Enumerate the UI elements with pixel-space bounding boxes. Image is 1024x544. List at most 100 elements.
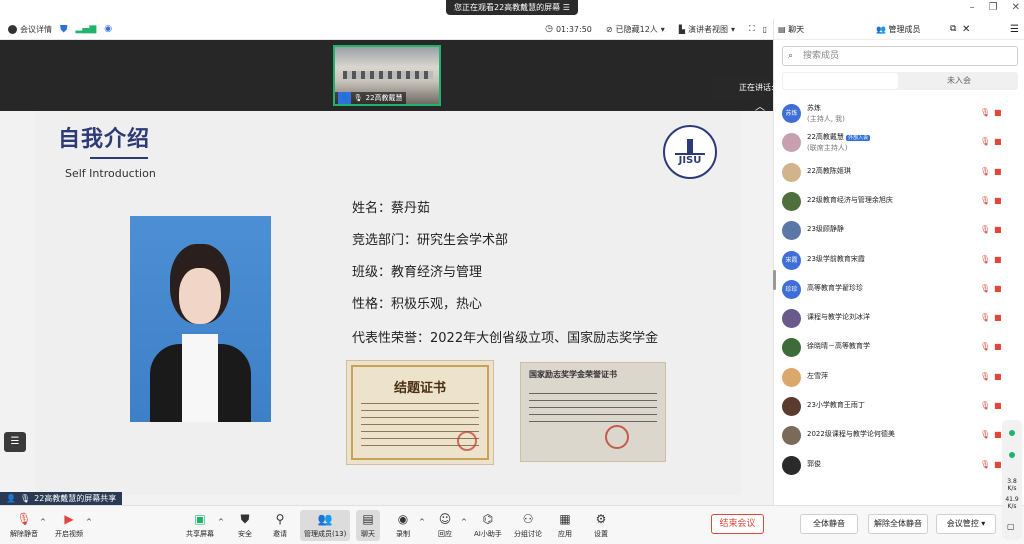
screenshot-icon[interactable]: ▢ — [1007, 522, 1015, 531]
camera-off-icon[interactable]: ■ — [994, 460, 1002, 469]
close-panel-icon[interactable]: ✕ — [962, 24, 970, 35]
camera-off-icon[interactable]: ■ — [994, 284, 1002, 293]
meeting-info-button[interactable]: 会议详情 — [8, 24, 52, 35]
invite-button[interactable]: ⚲ 邀请 — [272, 512, 288, 539]
member-row[interactable]: 22级教育经济与管理余旭庆 🎙 ■ — [774, 187, 1024, 216]
member-name-text: 徐晓晴－高等教育学 — [807, 342, 870, 351]
member-row[interactable]: 左雪萍 🎙 ■ — [774, 363, 1024, 392]
caret-up-icon[interactable]: ^ — [461, 518, 467, 526]
manage-members-button[interactable]: 👥 管理成员(13) — [300, 510, 351, 541]
mic-muted-icon[interactable]: 🎙 — [980, 313, 990, 322]
apps-button[interactable]: ▦ 应用 — [557, 512, 573, 539]
mic-muted-icon[interactable]: 🎙 — [980, 430, 990, 439]
mic-muted-icon[interactable]: 🎙 — [980, 108, 990, 117]
fullscreen-icon[interactable]: ⛶ — [749, 24, 755, 34]
camera-off-icon[interactable]: ■ — [994, 196, 1002, 205]
more-menu-icon[interactable]: ☰ — [1010, 24, 1019, 35]
member-row[interactable]: 郭俊 🎙 ■ — [774, 451, 1024, 480]
security-shield-icon[interactable]: ⛊ — [60, 24, 68, 35]
mute-all-button[interactable]: 全体静音 — [800, 514, 858, 534]
member-row[interactable]: 徐晓晴－高等教育学 🎙 ■ — [774, 333, 1024, 362]
camera-off-icon[interactable]: ■ — [994, 137, 1002, 146]
security-button[interactable]: ⛊ 安全 — [237, 512, 253, 539]
member-row[interactable]: 23小学教育王雨丁 🎙 ■ — [774, 392, 1024, 421]
unmute-all-button[interactable]: 解除全体静音 — [868, 514, 928, 534]
apps-label: 应用 — [558, 530, 572, 538]
upload-speed: 3.8 K/s — [1003, 478, 1021, 492]
speaker-video-thumbnail[interactable]: 👤 🎙 22高教戴慧 — [333, 45, 441, 106]
camera-off-icon[interactable]: ■ — [994, 167, 1002, 176]
member-row[interactable]: 课程与教学论刘冰洋 🎙 ■ — [774, 304, 1024, 333]
avatar — [782, 309, 801, 329]
camera-off-icon[interactable]: ■ — [994, 225, 1002, 234]
minimize-icon[interactable]: – — [970, 2, 975, 13]
mic-muted-icon[interactable]: 🎙 — [980, 460, 990, 469]
menu-icon[interactable]: ☰ — [563, 3, 570, 12]
mic-muted-icon[interactable]: 🎙 — [980, 167, 990, 176]
ai-assistant-button[interactable]: ⌬ AI小助手 — [474, 512, 502, 539]
mic-muted-icon[interactable]: 🎙 — [980, 137, 990, 146]
unmute-button[interactable]: 🎙 解除静音 — [10, 512, 38, 539]
tab-joined[interactable] — [783, 73, 898, 89]
member-row[interactable]: 2022级课程与教学论何德美 🎙 ■ — [774, 421, 1024, 450]
signal-icon[interactable]: ▂▄▆ — [76, 24, 97, 34]
member-row[interactable]: 宋霞 23级学前教育宋霞 🎙 ■ — [774, 246, 1024, 275]
caret-up-icon[interactable]: ^ — [419, 518, 425, 526]
network-status-widget[interactable]: 3.8 K/s 41.9 K/s ▢ — [1002, 420, 1022, 540]
avatar — [782, 426, 801, 446]
restore-icon[interactable]: ❐ — [989, 2, 998, 13]
view-mode-button[interactable]: ▙ 演讲者视图 ▾ — [679, 24, 735, 35]
chat-button[interactable]: ▤ 聊天 — [356, 510, 380, 541]
hidden-members-button[interactable]: ⊘ 已隐藏12人 ▾ — [606, 24, 665, 35]
chat-tab[interactable]: ▤ 聊天 — [778, 24, 804, 35]
list-toggle-icon[interactable]: ☰ — [4, 432, 26, 452]
mic-muted-icon[interactable]: 🎙 — [980, 225, 990, 234]
reaction-button[interactable]: ☺ 回应 — [437, 512, 453, 539]
sharing-badge[interactable]: 您正在观看22高教戴慧的屏幕 ☰ — [446, 0, 578, 15]
close-icon[interactable]: ✕ — [1012, 2, 1020, 13]
tab-not-joined[interactable]: 未入会 — [900, 72, 1018, 90]
network-icon[interactable]: ◉ — [104, 24, 112, 34]
camera-off-icon[interactable]: ■ — [994, 342, 1002, 351]
member-row[interactable]: 23级顾静静 🎙 ■ — [774, 216, 1024, 245]
mic-muted-icon[interactable]: 🎙 — [980, 284, 990, 293]
sidebar-toggle-icon[interactable]: ▯ — [763, 25, 767, 34]
panel-resize-handle[interactable] — [773, 270, 776, 290]
member-row[interactable]: 22高教陈姬琪 🎙 ■ — [774, 158, 1024, 187]
ai-label: AI小助手 — [474, 530, 502, 538]
member-search-input[interactable]: ⌕ 搜索成员 — [782, 46, 1018, 66]
camera-off-icon[interactable]: ■ — [994, 255, 1002, 264]
camera-off-icon[interactable]: ■ — [994, 108, 1002, 117]
start-video-button[interactable]: ▶ 开启视频 — [55, 512, 83, 539]
mic-muted-icon[interactable]: 🎙 — [980, 196, 990, 205]
manage-label: 管理成员(13) — [304, 530, 347, 538]
manage-members-tab[interactable]: 👥 管理成员 — [876, 24, 921, 35]
settings-button[interactable]: ⚙ 设置 — [593, 512, 609, 539]
popout-icon[interactable]: ⧉ — [950, 24, 956, 34]
camera-off-icon[interactable]: ■ — [994, 401, 1002, 410]
camera-off-icon[interactable]: ■ — [994, 430, 1002, 439]
caret-up-icon[interactable]: ^ — [218, 518, 224, 526]
end-meeting-button[interactable]: 结束会议 — [711, 514, 764, 534]
caret-up-icon[interactable]: ^ — [86, 518, 92, 526]
mic-muted-icon[interactable]: 🎙 — [980, 401, 990, 410]
avatar: 苏炼 — [782, 104, 801, 123]
meeting-control-button[interactable]: 会议管控 ▾ — [936, 514, 996, 534]
chat-label: 聊天 — [361, 530, 375, 538]
member-row[interactable]: 22高教戴慧 外部入会 (联席主持人) 🎙 ■ — [774, 128, 1024, 157]
share-screen-button[interactable]: ▣ 共享屏幕 — [186, 512, 214, 539]
caret-up-icon[interactable]: ^ — [40, 518, 46, 526]
mic-muted-icon[interactable]: 🎙 — [980, 342, 990, 351]
member-row[interactable]: 苏炼 苏炼 (主持人, 我) 🎙 ■ — [774, 99, 1024, 128]
mic-icon: 🎙 — [353, 94, 363, 102]
mic-muted-icon: 🎙 — [16, 512, 32, 526]
mic-muted-icon[interactable]: 🎙 — [980, 372, 990, 381]
camera-off-icon[interactable]: ■ — [994, 313, 1002, 322]
camera-off-icon[interactable]: ■ — [994, 372, 1002, 381]
reaction-label: 回应 — [438, 530, 452, 538]
mic-muted-icon[interactable]: 🎙 — [980, 255, 990, 264]
chat-icon: ▤ — [778, 24, 786, 34]
record-button[interactable]: ◉ 录制 — [395, 512, 411, 539]
breakout-button[interactable]: ⚇ 分组讨论 — [514, 512, 542, 539]
member-row[interactable]: 珍珍 高等教育学翟珍珍 🎙 ■ — [774, 275, 1024, 304]
